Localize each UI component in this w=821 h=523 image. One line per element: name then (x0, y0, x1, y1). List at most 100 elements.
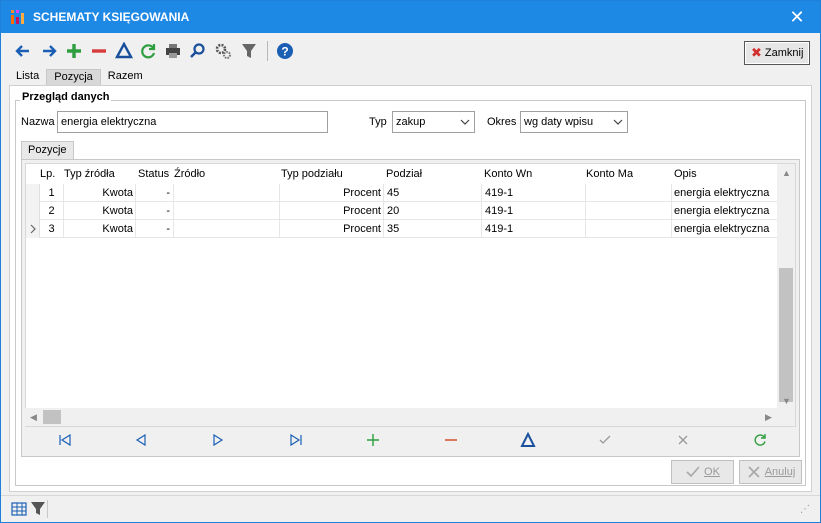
horizontal-scrollbar[interactable]: ◀ ▶ (25, 408, 779, 426)
cell-podzial: 45 (384, 184, 482, 202)
status-bar: ⋰ (1, 495, 820, 522)
row-indicator (26, 184, 40, 202)
nazwa-field[interactable]: energia elektryczna (57, 111, 328, 133)
cell-podzial: 20 (384, 202, 482, 220)
print-icon[interactable] (163, 41, 183, 61)
column-header[interactable]: Status (138, 165, 169, 183)
cell-konto-ma (586, 220, 672, 238)
filter-icon[interactable] (239, 41, 259, 61)
toolbar-separator (267, 41, 268, 61)
positions-grid: Lp. Typ źródła Status Źródło Typ podział… (25, 163, 796, 427)
main-tabs: Lista Pozycja Razem (9, 69, 150, 85)
add-record-icon[interactable] (365, 432, 381, 448)
checkmark-icon (686, 466, 700, 478)
tab-pozycje[interactable]: Pozycje (21, 141, 74, 159)
close-x-icon: ✖ (751, 45, 762, 60)
cell-konto-ma (586, 184, 672, 202)
main-panel: Przegląd danych Nazwa energia elektryczn… (9, 85, 812, 492)
cell-konto-ma (586, 202, 672, 220)
table-row[interactable]: 1 Kwota - Procent 45 419-1 energia elekt… (26, 184, 778, 202)
post-record-icon[interactable] (597, 432, 613, 448)
typ-combo[interactable]: zakup (392, 111, 475, 133)
tab-razem[interactable]: Razem (101, 69, 150, 85)
arrow-right-icon[interactable] (39, 41, 59, 61)
column-header[interactable]: Podział (386, 165, 422, 183)
okres-value: wg daty wpisu (524, 116, 594, 128)
current-row-chevron-icon (30, 224, 36, 234)
cell-lp: 3 (40, 220, 64, 238)
cell-zrodlo (174, 202, 280, 220)
table-row[interactable]: 3 Kwota - Procent 35 419-1 energia elekt… (26, 220, 778, 238)
cell-status: - (136, 220, 174, 238)
grid-container: Lp. Typ źródła Status Źródło Typ podział… (21, 159, 800, 457)
cell-status: - (136, 202, 174, 220)
status-filter-icon[interactable] (30, 501, 46, 520)
main-window: SCHEMATY KSIĘGOWANIA ✕ ? ✖ Zamknij Lista… (0, 0, 821, 523)
column-header[interactable]: Typ podziału (281, 165, 343, 183)
cell-zrodlo (174, 220, 280, 238)
cell-typ-podzialu: Procent (280, 202, 384, 220)
scroll-right-icon[interactable]: ▶ (765, 412, 772, 423)
cell-status: - (136, 184, 174, 202)
close-button[interactable]: ✖ Zamknij (744, 41, 810, 65)
column-header[interactable]: Konto Ma (586, 165, 633, 183)
next-record-icon[interactable] (210, 432, 226, 448)
tab-lista[interactable]: Lista (9, 69, 46, 85)
delete-record-icon[interactable] (443, 432, 459, 448)
arrow-left-icon[interactable] (13, 41, 33, 61)
scroll-left-icon[interactable]: ◀ (30, 412, 37, 423)
resize-grip-icon[interactable]: ⋰ (800, 504, 810, 515)
refresh-icon[interactable] (138, 41, 158, 61)
tab-pozycja[interactable]: Pozycja (46, 69, 101, 85)
scroll-down-icon[interactable]: ▼ (782, 396, 791, 406)
cell-typ-podzialu: Procent (280, 184, 384, 202)
column-header[interactable]: Konto Wn (484, 165, 532, 183)
last-record-icon[interactable] (288, 432, 304, 448)
help-icon[interactable]: ? (275, 41, 295, 61)
cell-typ-podzialu: Procent (280, 220, 384, 238)
cell-zrodlo (174, 184, 280, 202)
grid-header: Lp. Typ źródła Status Źródło Typ podział… (26, 164, 778, 184)
settings-gear-icon[interactable] (213, 41, 233, 61)
cancel-record-icon[interactable] (675, 432, 691, 448)
cell-lp: 1 (40, 184, 64, 202)
ok-button[interactable]: OK (671, 460, 734, 484)
grid-view-icon[interactable] (11, 501, 27, 520)
nazwa-label: Nazwa (21, 116, 55, 128)
search-icon[interactable] (188, 41, 208, 61)
edit-triangle-icon[interactable] (114, 41, 134, 61)
cell-podzial: 35 (384, 220, 482, 238)
scroll-up-icon[interactable]: ▲ (782, 168, 791, 178)
column-header[interactable]: Opis (674, 165, 697, 183)
first-record-icon[interactable] (57, 432, 73, 448)
cell-opis: energia elektryczna (674, 187, 770, 199)
vertical-scroll-thumb[interactable] (779, 268, 793, 402)
status-separator (47, 500, 48, 518)
close-icon[interactable]: ✕ (774, 1, 820, 33)
ok-button-label: OK (704, 466, 720, 478)
title-bar: SCHEMATY KSIĘGOWANIA ✕ (1, 1, 820, 33)
typ-value: zakup (396, 116, 426, 128)
grid-navigator (25, 428, 797, 452)
svg-text:?: ? (281, 45, 288, 59)
table-row[interactable]: 2 Kwota - Procent 20 419-1 energia elekt… (26, 202, 778, 220)
okres-combo[interactable]: wg daty wpisu (520, 111, 628, 133)
cell-opis: energia elektryczna (674, 205, 770, 217)
close-button-label: Zamknij (764, 47, 804, 59)
cancel-button[interactable]: Anuluj (739, 460, 802, 484)
column-header[interactable]: Źródło (174, 165, 205, 183)
prev-record-icon[interactable] (133, 432, 149, 448)
horizontal-scroll-thumb[interactable] (43, 410, 61, 424)
row-indicator (26, 202, 40, 220)
column-header[interactable]: Typ źródła (64, 165, 115, 183)
edit-record-icon[interactable] (520, 431, 536, 448)
cell-konto-wn: 419-1 (482, 220, 586, 238)
column-header[interactable]: Lp. (40, 165, 55, 183)
remove-icon[interactable] (89, 41, 109, 61)
cell-typ-zrodla: Kwota (64, 220, 136, 238)
refresh-record-icon[interactable] (752, 432, 768, 448)
cell-typ-zrodla: Kwota (64, 202, 136, 220)
vertical-scrollbar[interactable]: ▲ ▼ (777, 164, 795, 426)
cell-typ-zrodla: Kwota (64, 184, 136, 202)
add-icon[interactable] (64, 41, 84, 61)
